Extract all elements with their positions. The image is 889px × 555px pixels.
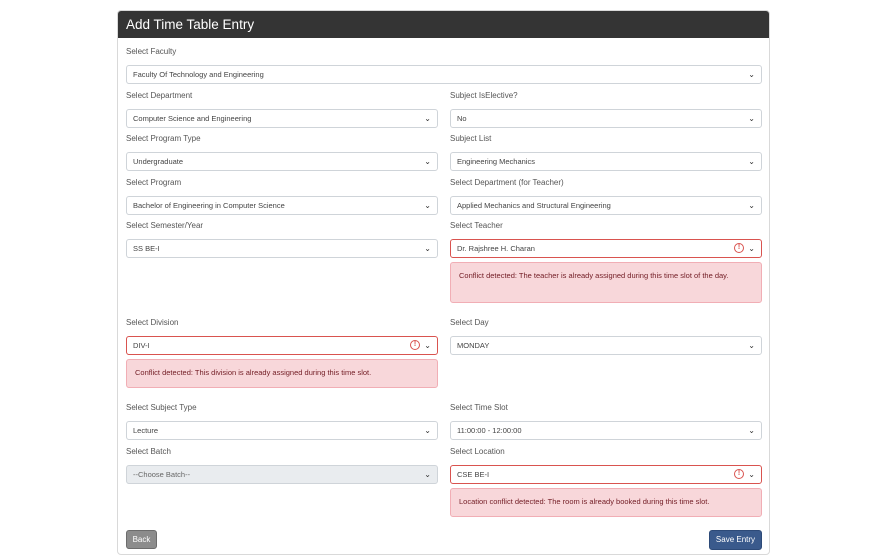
program-type-select[interactable]: Undergraduate ⌄ xyxy=(126,152,438,171)
chevron-down-icon: ⌄ xyxy=(748,341,755,350)
time-slot-field: Select Time Slot 11:00:00 - 12:00:00 ⌄ xyxy=(450,402,762,440)
faculty-select[interactable]: Faculty Of Technology and Engineering ⌄ xyxy=(126,65,762,84)
program-field: Select Program Bachelor of Engineering i… xyxy=(126,177,438,215)
batch-select[interactable]: --Choose Batch-- ⌄ xyxy=(126,465,438,484)
page-title: Add Time Table Entry xyxy=(126,17,255,32)
exclamation-circle-icon: ! xyxy=(734,469,744,479)
time-slot-label: Select Time Slot xyxy=(450,403,508,412)
program-label: Select Program xyxy=(126,178,182,187)
teacher-conflict-alert: Conflict detected: The teacher is alread… xyxy=(450,262,762,303)
semester-field: Select Semester/Year SS BE-I ⌄ xyxy=(126,220,438,258)
semester-select[interactable]: SS BE-I ⌄ xyxy=(126,239,438,258)
program-select[interactable]: Bachelor of Engineering in Computer Scie… xyxy=(126,196,438,215)
save-entry-button[interactable]: Save Entry xyxy=(709,530,762,550)
chevron-down-icon: ⌄ xyxy=(748,70,755,79)
chevron-down-icon: ⌄ xyxy=(424,157,431,166)
subject-type-field: Select Subject Type Lecture ⌄ xyxy=(126,402,438,440)
batch-field: Select Batch --Choose Batch-- ⌄ xyxy=(126,446,438,484)
timetable-entry-card: Add Time Table Entry Select Faculty Facu… xyxy=(117,10,770,555)
chevron-down-icon: ⌄ xyxy=(424,470,431,479)
time-slot-select[interactable]: 11:00:00 - 12:00:00 ⌄ xyxy=(450,421,762,440)
chevron-down-icon: ⌄ xyxy=(424,341,431,350)
day-select[interactable]: MONDAY ⌄ xyxy=(450,336,762,355)
exclamation-circle-icon: ! xyxy=(734,243,744,253)
card-header: Add Time Table Entry xyxy=(118,11,769,38)
is-elective-label: Subject IsElective? xyxy=(450,91,518,100)
teacher-department-field: Select Department (for Teacher) Applied … xyxy=(450,177,762,215)
chevron-down-icon: ⌄ xyxy=(424,244,431,253)
chevron-down-icon: ⌄ xyxy=(748,114,755,123)
day-label: Select Day xyxy=(450,318,489,327)
is-elective-select[interactable]: No ⌄ xyxy=(450,109,762,128)
teacher-department-select[interactable]: Applied Mechanics and Structural Enginee… xyxy=(450,196,762,215)
department-label: Select Department xyxy=(126,91,193,100)
division-select[interactable]: DIV-I ! ⌄ xyxy=(126,336,438,355)
subject-list-label: Subject List xyxy=(450,134,492,143)
faculty-field: Select Faculty Faculty Of Technology and… xyxy=(126,46,762,84)
location-select[interactable]: CSE BE-I ! ⌄ xyxy=(450,465,762,484)
chevron-down-icon: ⌄ xyxy=(748,201,755,210)
chevron-down-icon: ⌄ xyxy=(424,426,431,435)
chevron-down-icon: ⌄ xyxy=(748,470,755,479)
chevron-down-icon: ⌄ xyxy=(748,244,755,253)
batch-label: Select Batch xyxy=(126,447,171,456)
teacher-label: Select Teacher xyxy=(450,221,503,230)
division-conflict-alert: Conflict detected: This division is alre… xyxy=(126,359,438,388)
program-type-field: Select Program Type Undergraduate ⌄ xyxy=(126,133,438,171)
chevron-down-icon: ⌄ xyxy=(748,426,755,435)
subject-type-label: Select Subject Type xyxy=(126,403,197,412)
subject-type-select[interactable]: Lecture ⌄ xyxy=(126,421,438,440)
department-select[interactable]: Computer Science and Engineering ⌄ xyxy=(126,109,438,128)
is-elective-field: Subject IsElective? No ⌄ xyxy=(450,90,762,128)
exclamation-circle-icon: ! xyxy=(410,340,420,350)
day-field: Select Day MONDAY ⌄ xyxy=(450,317,762,355)
teacher-select[interactable]: Dr. Rajshree H. Charan ! ⌄ xyxy=(450,239,762,258)
faculty-label: Select Faculty xyxy=(126,47,177,56)
location-conflict-alert: Location conflict detected: The room is … xyxy=(450,488,762,517)
teacher-field: Select Teacher Dr. Rajshree H. Charan ! … xyxy=(450,220,762,303)
chevron-down-icon: ⌄ xyxy=(748,157,755,166)
location-field: Select Location CSE BE-I ! ⌄ Location co… xyxy=(450,446,762,517)
location-label: Select Location xyxy=(450,447,505,456)
subject-list-select[interactable]: Engineering Mechanics ⌄ xyxy=(450,152,762,171)
department-field: Select Department Computer Science and E… xyxy=(126,90,438,128)
semester-label: Select Semester/Year xyxy=(126,221,204,230)
division-field: Select Division DIV-I ! ⌄ Conflict detec… xyxy=(126,317,438,388)
chevron-down-icon: ⌄ xyxy=(424,114,431,123)
program-type-label: Select Program Type xyxy=(126,134,201,143)
chevron-down-icon: ⌄ xyxy=(424,201,431,210)
division-label: Select Division xyxy=(126,318,179,327)
teacher-department-label: Select Department (for Teacher) xyxy=(450,178,564,187)
back-button[interactable]: Back xyxy=(126,530,157,549)
subject-list-field: Subject List Engineering Mechanics ⌄ xyxy=(450,133,762,171)
